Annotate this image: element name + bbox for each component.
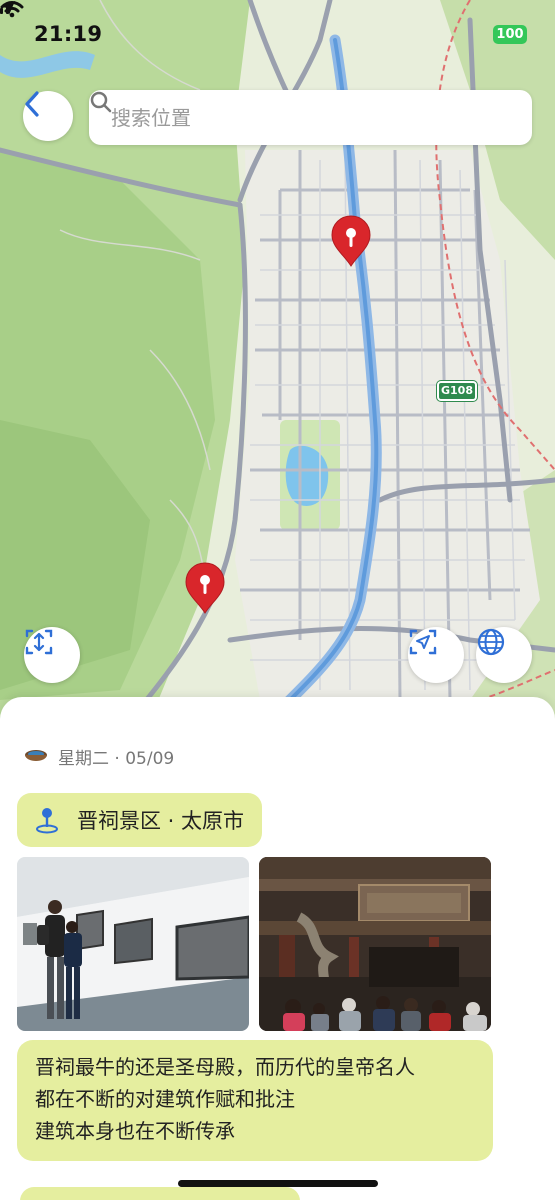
fit-bounds-button[interactable]: [24, 627, 80, 683]
photo-image: [259, 857, 491, 1031]
map-style-button[interactable]: [476, 627, 532, 683]
battery-indicator: 100: [493, 25, 527, 44]
next-entry-bubble[interactable]: [20, 1187, 300, 1200]
entry-date: 星期二 · 05/09: [58, 749, 175, 769]
map-pin-icon: [331, 215, 371, 267]
search-bar[interactable]: [89, 90, 532, 145]
map-pin-icon: [185, 562, 225, 614]
back-button[interactable]: [23, 91, 73, 141]
map-pin-taiyuan[interactable]: [330, 215, 372, 267]
fit-bounds-icon: [25, 629, 53, 655]
photo-thumbnail-1[interactable]: [17, 857, 249, 1031]
locate-me-button[interactable]: [408, 627, 464, 683]
location-label: 晋祠景区 · 太原市: [77, 809, 245, 833]
location-pin-icon: [36, 808, 58, 834]
back-chevron-icon: [25, 91, 39, 117]
map-view[interactable]: 21:19 100 搜索位置 G108: [0, 0, 555, 720]
globe-icon: [477, 628, 505, 656]
note-line-2: 都在不断的对建筑作赋和批注: [35, 1087, 295, 1111]
note-bubble[interactable]: 晋祠最牛的还是圣母殿，而历代的皇帝名人 都在不断的对建筑作赋和批注 建筑本身也在…: [17, 1040, 493, 1161]
photo-image: [17, 857, 249, 1031]
location-chip[interactable]: 晋祠景区 · 太原市: [17, 793, 263, 847]
status-bar: 21:19 100: [0, 0, 555, 70]
map-pin-jinci[interactable]: [184, 562, 226, 614]
note-line-3: 建筑本身也在不断传承: [35, 1119, 235, 1143]
home-indicator: [178, 1180, 378, 1187]
journal-sheet[interactable]: 星期二 · 05/09 晋祠景区 · 太原市 晋祠最牛的还是圣母殿，而历代的皇帝…: [0, 697, 555, 1200]
status-time: 21:19: [34, 22, 103, 46]
entry-date-row: 星期二 · 05/09: [24, 744, 174, 769]
search-input[interactable]: [111, 105, 471, 130]
bowl-icon: [25, 749, 47, 761]
photo-thumbnail-2[interactable]: [259, 857, 491, 1031]
highway-label: G108: [437, 381, 477, 401]
locate-icon: [409, 629, 437, 655]
search-icon: [90, 91, 112, 113]
note-line-1: 晋祠最牛的还是圣母殿，而历代的皇帝名人: [35, 1055, 415, 1079]
wifi-icon: [0, 1, 24, 18]
